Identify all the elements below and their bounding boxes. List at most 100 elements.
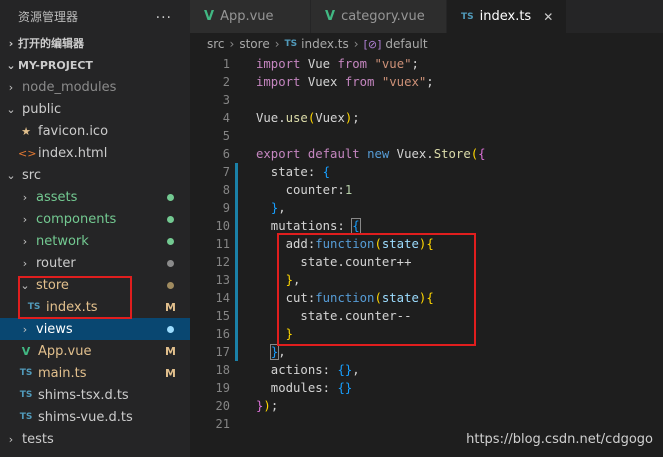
tree-file[interactable]: V App.vue M xyxy=(0,340,190,362)
close-icon[interactable]: ✕ xyxy=(543,10,553,24)
project-section[interactable]: ⌄ MY-PROJECT xyxy=(0,54,190,76)
code-text: import Vue from "vue"; xyxy=(256,57,419,71)
breadcrumb-file[interactable]: index.ts xyxy=(301,37,349,51)
open-editors-section[interactable]: › 打开的编辑器 xyxy=(0,32,190,54)
status-dot xyxy=(167,260,174,267)
tree-file[interactable]: TS shims-tsx.d.ts xyxy=(0,384,190,406)
code-line: 21 xyxy=(190,415,663,433)
code-line: 4 Vue.use(Vuex); xyxy=(190,109,663,127)
line-number: 8 xyxy=(222,183,230,197)
ts-icon: TS xyxy=(284,39,298,49)
ts-icon: TS xyxy=(19,390,33,400)
tree-item-label: src xyxy=(22,167,41,183)
tab-app-vue[interactable]: V App.vue xyxy=(190,0,311,33)
tree-folder[interactable]: › router xyxy=(0,252,190,274)
line-number: 14 xyxy=(215,291,230,305)
more-actions-icon[interactable]: ... xyxy=(156,6,172,22)
project-label: MY-PROJECT xyxy=(18,58,93,72)
tree-folder[interactable]: › tests xyxy=(0,428,190,450)
tree-folder[interactable]: › network xyxy=(0,230,190,252)
tree-folder[interactable]: ⌄ public xyxy=(0,98,190,120)
line-number: 2 xyxy=(222,75,230,89)
line-number: 6 xyxy=(222,147,230,161)
code-text: mutations: { xyxy=(256,218,361,234)
tree-item-label: node_modules xyxy=(22,79,117,95)
chevron-right-icon: › xyxy=(8,36,14,50)
tab-category-vue[interactable]: V category.vue xyxy=(311,0,447,33)
code-line: 18 actions: {}, xyxy=(190,361,663,379)
code-line: 2 import Vuex from "vuex"; xyxy=(190,73,663,91)
tree-item-label: assets xyxy=(36,189,78,205)
code-line: 1 import Vue from "vue"; xyxy=(190,55,663,73)
code-line: 3 xyxy=(190,91,663,109)
line-number: 11 xyxy=(215,237,230,251)
tree-item-label: favicon.ico xyxy=(38,123,109,139)
chevron-right-icon: › xyxy=(22,212,28,226)
code-text: actions: {}, xyxy=(256,363,360,377)
tree-item-label: tests xyxy=(22,431,54,447)
tree-item-label: views xyxy=(36,321,73,337)
tree-file[interactable]: TS main.ts M xyxy=(0,362,190,384)
chevron-down-icon: ⌄ xyxy=(6,168,16,182)
tree-item-label: shims-tsx.d.ts xyxy=(38,387,129,403)
symbol-icon: [⊘] xyxy=(363,37,382,51)
tree-item-label: main.ts xyxy=(38,365,87,381)
tree-item-label: components xyxy=(36,211,117,227)
tree-folder[interactable]: › node_modules xyxy=(0,76,190,98)
status-dot xyxy=(167,194,174,201)
tree-folder[interactable]: › components xyxy=(0,208,190,230)
line-number: 1 xyxy=(222,57,230,71)
explorer-sidebar: 资源管理器 ... › 打开的编辑器 ⌄ MY-PROJECT › node_mo… xyxy=(0,0,190,457)
code-line: 5 xyxy=(190,127,663,145)
git-modified-badge: M xyxy=(165,300,176,314)
code-text: Vue.use(Vuex); xyxy=(256,111,360,125)
tree-folder[interactable]: ⌄ src xyxy=(0,164,190,186)
tab-label: App.vue xyxy=(220,9,274,24)
git-modified-badge: M xyxy=(165,366,176,380)
vue-icon: V xyxy=(204,9,215,24)
code-text: }); xyxy=(256,399,279,413)
git-modified-badge: M xyxy=(165,344,176,358)
tree-file[interactable]: <> index.html xyxy=(0,142,190,164)
tree-item-label: network xyxy=(36,233,89,249)
vue-icon: V xyxy=(325,9,336,24)
chevron-right-icon: › xyxy=(229,37,235,51)
line-number: 13 xyxy=(215,273,230,287)
ts-icon: TS xyxy=(19,368,33,378)
breadcrumb-src[interactable]: src xyxy=(207,37,225,51)
tab-label: category.vue xyxy=(341,9,425,24)
chevron-right-icon: › xyxy=(22,234,28,248)
code-text: state: { xyxy=(256,165,331,179)
chevron-right-icon: › xyxy=(8,80,14,94)
code-line: 6 export default new Vuex.Store({ xyxy=(190,145,663,163)
line-number: 17 xyxy=(215,345,230,359)
tree-item-label: index.html xyxy=(38,145,108,161)
tree-folder[interactable]: › views xyxy=(0,318,190,340)
tree-item-label: public xyxy=(22,101,62,117)
code-line: 19 modules: {} xyxy=(190,379,663,397)
code-line: 7 state: { xyxy=(190,163,663,181)
line-number: 10 xyxy=(215,219,230,233)
line-number: 9 xyxy=(222,201,230,215)
status-dot xyxy=(167,282,174,289)
status-dot xyxy=(167,238,174,245)
tree-folder[interactable]: › assets xyxy=(0,186,190,208)
code-text: modules: {} xyxy=(256,381,353,395)
code-text: export default new Vuex.Store({ xyxy=(256,147,486,161)
breadcrumb: src › store › TS index.ts › [⊘] default xyxy=(190,33,663,55)
tree-file[interactable]: TS shims-vue.d.ts xyxy=(0,406,190,428)
breadcrumb-symbol[interactable]: default xyxy=(385,37,427,51)
tab-label: index.ts xyxy=(479,9,532,24)
tab-index-ts[interactable]: TS index.ts ✕ xyxy=(447,0,567,33)
ts-icon: TS xyxy=(19,412,33,422)
explorer-title: 资源管理器 xyxy=(18,9,79,24)
highlight-box-mutations xyxy=(277,233,476,346)
watermark-text: https://blog.csdn.net/cdgogo xyxy=(466,432,653,447)
tree-file[interactable]: ★ favicon.ico xyxy=(0,120,190,142)
breadcrumb-store[interactable]: store xyxy=(239,37,269,51)
code-line: 20}); xyxy=(190,397,663,415)
editor-area: V App.vue V category.vue TS index.ts ✕ s… xyxy=(190,0,663,457)
ts-icon: TS xyxy=(461,11,474,22)
line-number: 7 xyxy=(222,165,230,179)
chevron-right-icon: › xyxy=(353,37,359,51)
